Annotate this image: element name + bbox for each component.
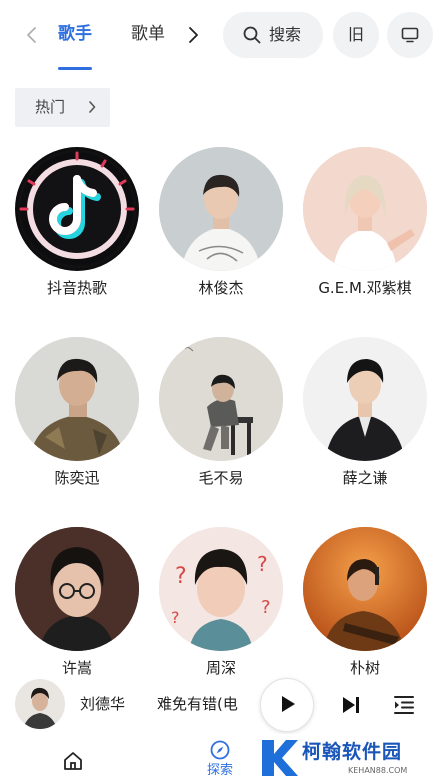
site-watermark: 柯翰软件园 KEHAN88.COM — [258, 736, 441, 784]
chevron-right-icon[interactable] — [184, 24, 202, 46]
now-playing-artist: 刘德华 — [80, 695, 126, 713]
filter-chip-hot[interactable]: 热门 — [15, 88, 110, 127]
artist-name: 毛不易 — [198, 469, 244, 487]
douyin-logo-avatar — [15, 147, 139, 271]
watermark-subtext: KEHAN88.COM — [348, 766, 408, 775]
artist-name: 抖音热歌 — [46, 279, 107, 297]
compass-icon — [210, 740, 230, 760]
search-label: 搜索 — [269, 25, 302, 44]
artist-card[interactable]: 林俊杰 — [151, 147, 291, 322]
artist-card[interactable]: 毛不易 — [151, 337, 291, 512]
chevron-left-icon[interactable] — [22, 24, 42, 46]
old-mode-button[interactable]: 旧 — [333, 12, 379, 58]
artist-avatar — [15, 527, 139, 651]
artist-name: 薛之谦 — [342, 469, 388, 487]
monitor-icon — [401, 27, 419, 43]
tab-playlists[interactable]: 歌单 — [131, 22, 165, 46]
mini-player[interactable]: 刘德华 难免有错(电 — [0, 676, 441, 734]
artist-avatar — [159, 337, 283, 461]
playlist-queue-icon[interactable] — [392, 694, 416, 716]
now-playing-title: 难免有错(电 — [157, 695, 238, 713]
now-playing-cover[interactable] — [15, 679, 65, 729]
tv-cast-button[interactable] — [387, 12, 433, 58]
artist-avatar — [303, 337, 427, 461]
artist-card[interactable]: 陈奕迅 — [7, 337, 147, 512]
skip-next-icon[interactable] — [340, 694, 362, 716]
artist-avatar — [15, 337, 139, 461]
svg-text:?: ? — [175, 564, 187, 589]
artist-avatar: ? ? ? ? — [159, 527, 283, 651]
play-icon — [282, 696, 295, 712]
svg-text:?: ? — [261, 597, 271, 618]
nav-explore-label: 探索 — [206, 763, 233, 778]
artist-name: 林俊杰 — [198, 279, 244, 297]
svg-text:?: ? — [257, 552, 268, 576]
watermark-text: 柯翰软件园 — [302, 741, 403, 763]
artist-name: G.E.M.邓紫棋 — [318, 279, 412, 297]
artist-avatar — [303, 147, 427, 271]
search-icon — [243, 26, 261, 44]
artist-card[interactable]: 抖音热歌 — [7, 147, 147, 322]
svg-text:?: ? — [171, 608, 180, 627]
artist-avatar — [303, 527, 427, 651]
home-icon[interactable] — [62, 750, 84, 772]
nav-explore[interactable]: 探索 — [200, 740, 240, 780]
watermark-logo-icon — [262, 740, 298, 776]
active-tab-indicator — [58, 67, 92, 70]
search-button[interactable]: 搜索 — [223, 12, 323, 58]
artist-card[interactable]: G.E.M.邓紫棋 — [295, 147, 435, 322]
chevron-right-icon — [89, 101, 96, 113]
tab-singers[interactable]: 歌手 — [58, 22, 92, 46]
filter-chip-label: 热门 — [35, 98, 66, 116]
artist-name: 陈奕迅 — [54, 469, 100, 487]
play-button[interactable] — [260, 678, 314, 732]
artist-avatar — [159, 147, 283, 271]
top-bar: 歌手 歌单 搜索 旧 — [0, 0, 441, 72]
old-mode-label: 旧 — [347, 25, 364, 44]
artist-card[interactable]: 薛之谦 — [295, 337, 435, 512]
